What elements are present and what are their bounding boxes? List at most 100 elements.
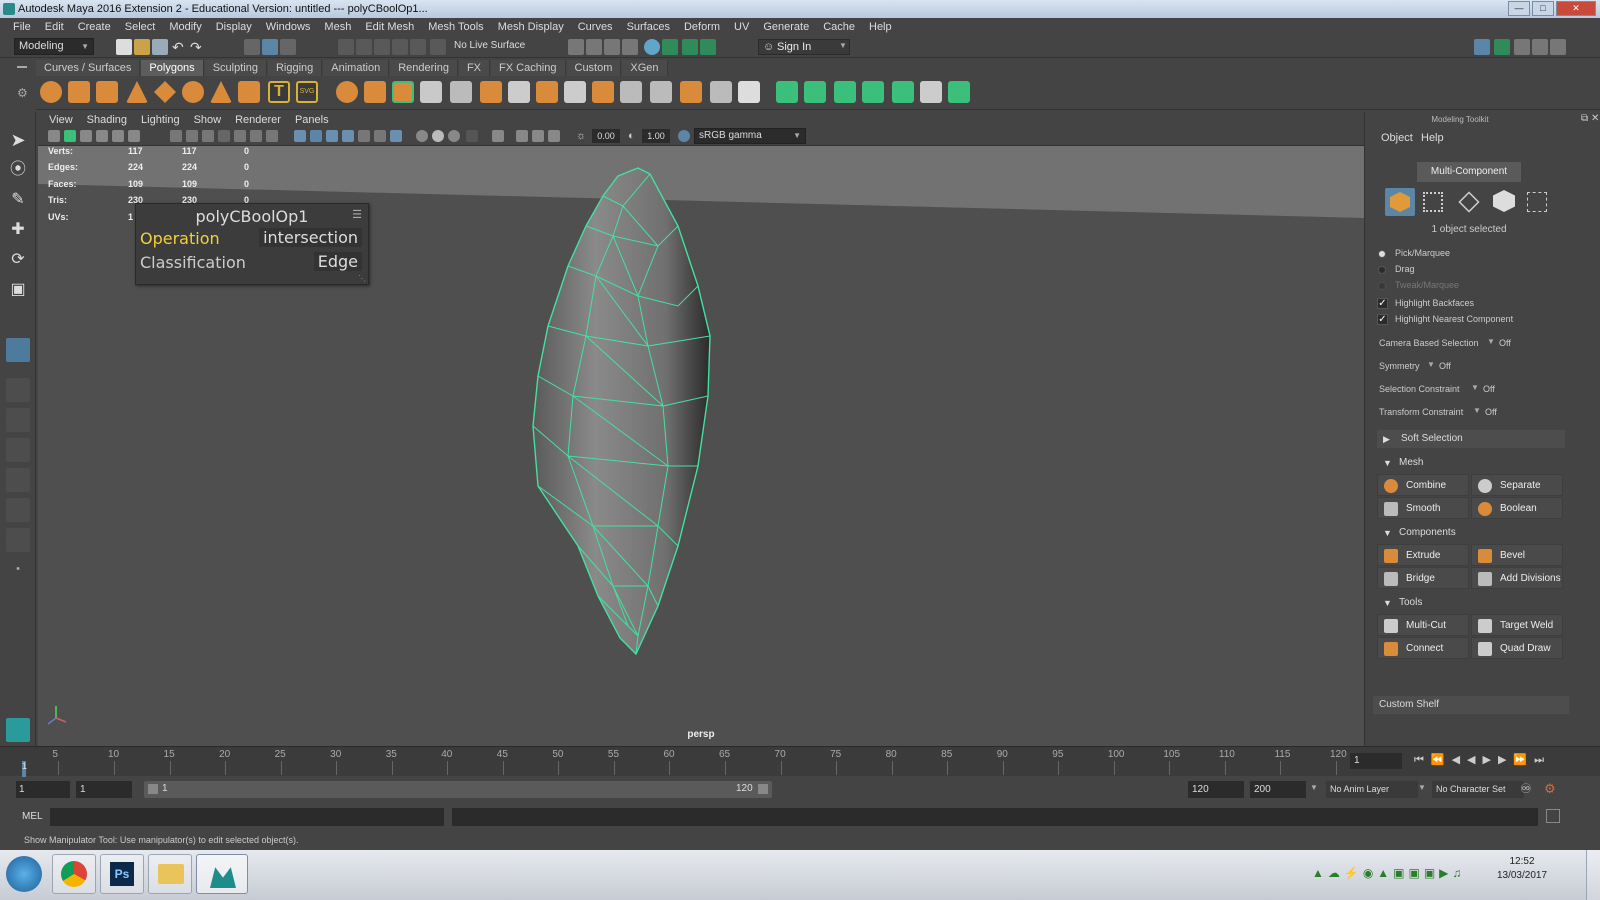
select-hierarchy-icon[interactable] (244, 39, 260, 55)
menu-generate[interactable]: Generate (756, 21, 816, 33)
snap-grid-icon[interactable] (338, 39, 354, 55)
system-tray-icons[interactable]: ▲☁⚡◉▲▣▣▣▶♫ (1312, 866, 1465, 880)
headsup-icon[interactable] (548, 130, 560, 142)
fill-hole-icon[interactable] (680, 81, 702, 103)
cut-uv-icon[interactable] (948, 81, 970, 103)
single-perspective-layout-icon[interactable] (6, 378, 30, 402)
render-view-icon[interactable] (586, 39, 602, 55)
snap-curve-icon[interactable] (356, 39, 372, 55)
animation-end-field[interactable]: 200 (1250, 781, 1306, 798)
drag-radio[interactable] (1378, 266, 1386, 274)
help-menu[interactable]: Help (1421, 132, 1444, 144)
shelf-tab-polygons[interactable]: Polygons (141, 60, 204, 76)
shelf-tab-fx-caching[interactable]: FX Caching (491, 60, 566, 76)
bevel-shelf-icon[interactable] (592, 81, 614, 103)
boolean-button[interactable]: Boolean (1471, 497, 1563, 519)
transform-constraint-value[interactable]: Off (1485, 407, 1497, 417)
chevron-down-icon[interactable]: ▼ (1418, 783, 1426, 792)
hypershade-icon[interactable] (644, 39, 660, 55)
playback-start-field[interactable]: 1 (76, 781, 132, 798)
maximize-button[interactable]: □ (1532, 1, 1554, 16)
2d-pan-zoom-icon[interactable] (112, 130, 124, 142)
snap-live-icon[interactable] (410, 39, 426, 55)
extract-shelf-icon[interactable] (392, 81, 414, 103)
viewport-menu-shading[interactable]: Shading (80, 114, 134, 126)
script-editor-icon[interactable] (1546, 809, 1560, 823)
workspace-icon[interactable] (1474, 39, 1490, 55)
playback-end-field[interactable]: 120 (1188, 781, 1244, 798)
close-panel-icon[interactable]: ✕ (1591, 113, 1599, 124)
shelf-tab-custom[interactable]: Custom (566, 60, 622, 76)
pick-marquee-radio[interactable] (1378, 250, 1386, 258)
tools-section-header[interactable]: ▼ Tools (1377, 594, 1565, 612)
start-button[interactable] (6, 856, 42, 892)
combine-button[interactable]: Combine (1377, 474, 1469, 496)
gamma-icon[interactable]: ◐ (628, 130, 640, 142)
show-tool-settings-icon[interactable] (682, 39, 698, 55)
connect-button[interactable]: Connect (1377, 637, 1469, 659)
svg-tool-icon[interactable]: SVG (296, 81, 318, 103)
auto-key-icon[interactable]: ♾ (1520, 781, 1532, 797)
playback-controls[interactable]: ⏮⏪◀◀▶▶⏩⏭ (1414, 753, 1551, 767)
automatic-mapping-icon[interactable] (862, 81, 884, 103)
menu-edit[interactable]: Edit (38, 21, 71, 33)
quad-draw-button[interactable]: Quad Draw (1471, 637, 1563, 659)
viewport-menu-show[interactable]: Show (187, 114, 229, 126)
show-manipulator-tool-icon[interactable] (6, 338, 30, 362)
save-scene-icon[interactable] (152, 39, 168, 55)
color-management-icon[interactable] (678, 130, 690, 142)
operation-value[interactable]: intersection (259, 228, 362, 247)
collapse-icon[interactable] (738, 81, 760, 103)
uv-mode-icon[interactable] (1527, 192, 1547, 212)
smooth-shelf-icon[interactable] (420, 81, 442, 103)
poly-plane-icon[interactable] (154, 81, 176, 103)
modeling-toolkit-icon[interactable] (1494, 39, 1510, 55)
shelf-tab-rendering[interactable]: Rendering (390, 60, 458, 76)
highlight-nearest-checkbox[interactable]: ✓ (1377, 314, 1388, 325)
resize-grip-icon[interactable]: ⋱ (358, 274, 366, 283)
redo-icon[interactable]: ↷ (190, 39, 206, 55)
use-all-lights-icon[interactable] (358, 130, 370, 142)
soft-selection-section[interactable]: ▶ Soft Selection (1377, 430, 1565, 448)
exposure-icon[interactable]: ☼ (576, 130, 588, 142)
menu-create[interactable]: Create (71, 21, 118, 33)
classification-value[interactable]: Edge (313, 252, 362, 271)
channel-box-icon[interactable] (1550, 39, 1566, 55)
chevron-down-icon[interactable]: ▼ (1427, 360, 1435, 369)
poly-type-icon[interactable]: T (268, 81, 290, 103)
range-slider[interactable]: 1 120 (144, 781, 772, 798)
menu-modify[interactable]: Modify (162, 21, 208, 33)
chevron-down-icon[interactable]: ▼ (1473, 406, 1481, 415)
separate-button[interactable]: Separate (1471, 474, 1563, 496)
live-surface-label[interactable]: No Live Surface (454, 40, 525, 51)
taskbar-chrome[interactable] (52, 854, 96, 894)
isolate-select-icon[interactable] (466, 130, 478, 142)
anti-aliasing-icon[interactable] (432, 130, 444, 142)
xray-joints-icon[interactable] (516, 130, 528, 142)
append-polygon-icon[interactable] (564, 81, 586, 103)
shelf-collapse-icon[interactable] (17, 66, 27, 68)
time-slider[interactable]: 5 10 15 20 25 30 35 40 45 50 55 60 65 70 75 80 85 90 95 100… (0, 746, 1600, 777)
xray-components-icon[interactable] (532, 130, 544, 142)
resolution-gate-icon[interactable] (202, 130, 214, 142)
ipr-render-icon[interactable] (622, 39, 638, 55)
motion-blur-icon[interactable] (416, 130, 428, 142)
menu-curves[interactable]: Curves (571, 21, 620, 33)
rotate-tool-icon[interactable]: ⟳ (6, 248, 30, 272)
custom-shelf-header[interactable]: Custom Shelf (1373, 696, 1569, 714)
grid-icon[interactable] (170, 130, 182, 142)
clock-date[interactable]: 13/03/2017 (1490, 870, 1554, 881)
menu-edit-mesh[interactable]: Edit Mesh (358, 21, 421, 33)
tweak-marquee-radio[interactable] (1378, 282, 1386, 290)
face-mode-icon[interactable] (1493, 190, 1515, 212)
menu-deform[interactable]: Deform (677, 21, 727, 33)
bridge-button[interactable]: Bridge (1377, 567, 1469, 589)
grease-pencil-icon[interactable] (128, 130, 140, 142)
multicut-shelf-icon[interactable] (508, 81, 530, 103)
menu-display[interactable]: Display (209, 21, 259, 33)
lasso-tool-icon[interactable]: ⦿ (6, 158, 30, 182)
insert-edge-loop-icon[interactable] (620, 81, 642, 103)
magnet-icon[interactable] (430, 39, 446, 55)
menu-mesh-display[interactable]: Mesh Display (491, 21, 571, 33)
poly-cube-icon[interactable] (68, 81, 90, 103)
